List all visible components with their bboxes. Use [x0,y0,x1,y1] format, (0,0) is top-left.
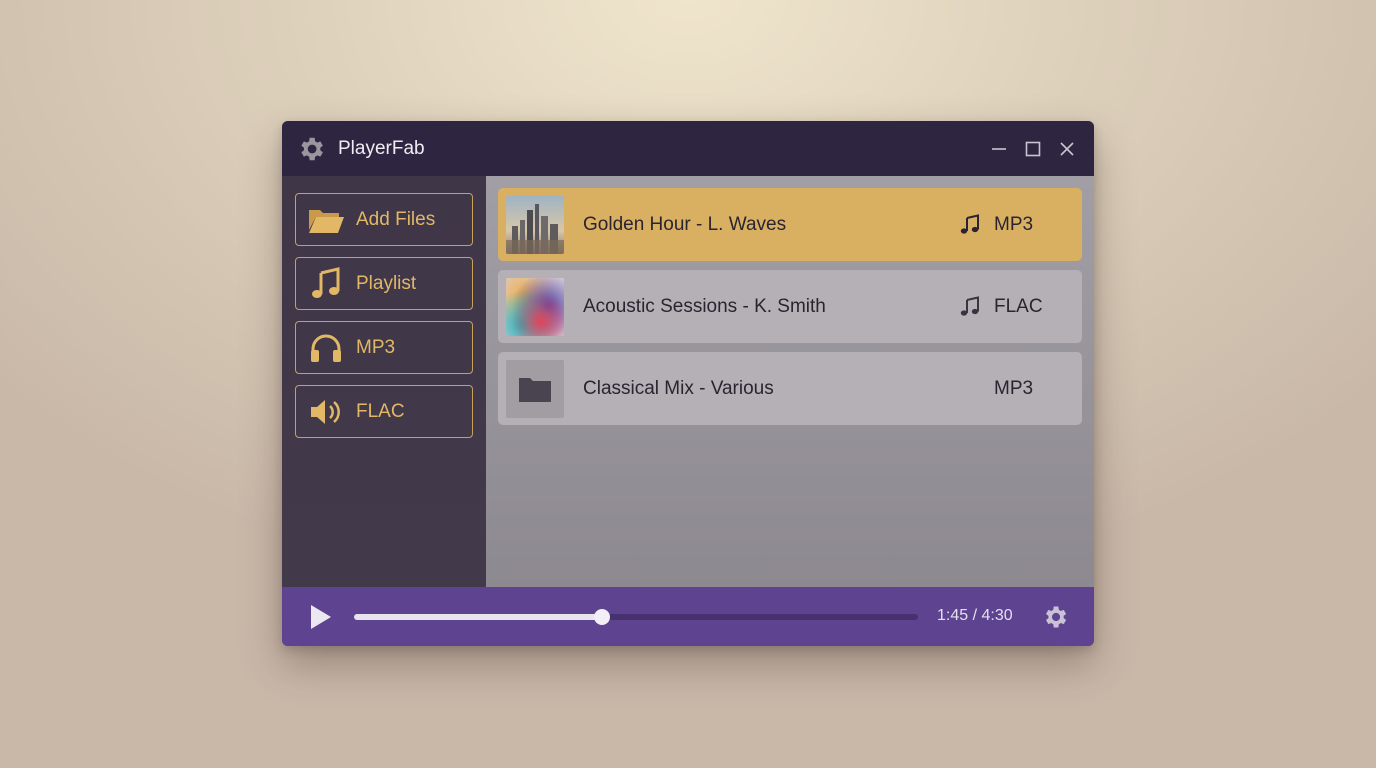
speaker-icon [306,394,346,430]
sidebar-item-label: Add Files [356,208,436,230]
sidebar-item-label: FLAC [356,400,405,422]
gear-icon[interactable] [296,134,326,164]
progress-knob[interactable] [594,609,611,625]
maximize-icon [1025,141,1041,156]
track-title: Acoustic Sessions - K. Smith [583,295,826,317]
player-window: PlayerFab Add Files Playlist MP3 FLAC Go… [282,121,1094,646]
progress-slider[interactable] [354,609,918,625]
sidebar-item-label: MP3 [356,336,396,358]
city-skyline-image [506,195,564,254]
flac-filter-button[interactable]: FLAC [295,385,473,438]
track-row-selected[interactable]: Golden Hour - L. Waves MP3 [498,188,1082,261]
playback-controls: 1:45 / 4:30 [282,587,1094,646]
abstract-color-image [506,277,564,336]
music-note-icon [306,266,346,302]
play-icon[interactable] [306,603,334,631]
title-bar: PlayerFab [282,121,1094,176]
music-note-icon [960,214,979,234]
sidebar-item-label: Playlist [356,272,417,294]
minimize-button[interactable] [982,132,1016,166]
mp3-filter-button[interactable]: MP3 [295,321,473,374]
track-row[interactable]: Classical Mix - Various MP3 [498,352,1082,425]
window-title: PlayerFab [338,137,425,159]
maximize-button[interactable] [1016,132,1050,166]
window-controls [982,132,1084,166]
headphones-icon [306,330,346,366]
playlist-button[interactable]: Playlist [295,257,473,310]
playback-time: 1:45 / 4:30 [937,607,1013,624]
folder-icon [506,359,564,418]
folder-open-icon [306,202,346,238]
track-list: Golden Hour - L. Waves MP3 Acoustic Sess… [486,176,1094,587]
track-title: Classical Mix - Various [583,377,774,399]
track-format: FLAC [994,295,1043,317]
track-format: MP3 [994,377,1034,399]
close-icon [1060,141,1074,156]
gear-icon[interactable] [1041,603,1069,631]
minimize-icon [992,147,1006,150]
track-title: Golden Hour - L. Waves [583,213,787,235]
progress-fill [354,614,603,620]
track-row[interactable]: Acoustic Sessions - K. Smith FLAC [498,270,1082,343]
add-files-button[interactable]: Add Files [295,193,473,246]
music-note-icon [960,296,979,316]
sidebar: Add Files Playlist MP3 FLAC [282,176,486,587]
close-button[interactable] [1050,132,1084,166]
track-format: MP3 [994,213,1034,235]
